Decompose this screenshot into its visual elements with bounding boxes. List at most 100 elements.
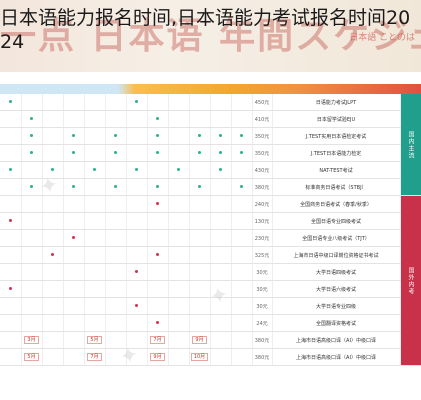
month-cell bbox=[231, 263, 253, 281]
month-cell bbox=[189, 280, 211, 298]
month-cell bbox=[0, 229, 22, 247]
schedule-grid: 450元 日语能力考试JLPT 国内主流 410元 日本留学试验EJU 350元 J.TES… bbox=[0, 84, 421, 400]
month-cell bbox=[63, 94, 85, 111]
month-cell bbox=[210, 314, 232, 332]
month-tag: 9月 bbox=[192, 336, 207, 344]
month-cell bbox=[147, 280, 169, 298]
month-cell bbox=[105, 280, 127, 298]
month-cell bbox=[231, 314, 253, 332]
month-cell bbox=[0, 331, 22, 349]
month-cell bbox=[126, 280, 148, 298]
month-cell bbox=[168, 94, 190, 111]
month-cell bbox=[21, 94, 43, 111]
exam-month-dot bbox=[240, 134, 243, 137]
exam-fee: 450元 bbox=[252, 94, 273, 111]
month-cell bbox=[231, 348, 253, 366]
month-cell bbox=[84, 110, 106, 128]
month-cell bbox=[84, 195, 106, 213]
month-cell bbox=[231, 127, 253, 145]
month-cell bbox=[231, 195, 253, 213]
month-cell bbox=[147, 110, 169, 128]
month-cell bbox=[63, 348, 85, 366]
month-cell bbox=[63, 195, 85, 213]
exam-month-dot bbox=[156, 117, 159, 120]
exam-name: NAT-TEST考试 bbox=[272, 161, 401, 179]
month-cell bbox=[147, 144, 169, 162]
month-cell bbox=[42, 178, 64, 196]
exam-group-label: 国内主流 bbox=[400, 94, 421, 196]
exam-month-dot bbox=[72, 236, 75, 239]
month-cell bbox=[21, 280, 43, 298]
month-cell bbox=[105, 127, 127, 145]
month-cell bbox=[105, 94, 127, 111]
month-cell bbox=[189, 161, 211, 179]
table-row: 240元 全国商务日语考试（春季/秋季） 国外内考 bbox=[0, 195, 421, 366]
exam-fee: 325元 bbox=[252, 246, 273, 264]
month-cell bbox=[189, 110, 211, 128]
month-cell bbox=[84, 161, 106, 179]
exam-fee: 24元 bbox=[252, 314, 273, 332]
month-cell bbox=[168, 246, 190, 264]
month-cell bbox=[0, 94, 22, 111]
month-cell bbox=[105, 246, 127, 264]
month-cell bbox=[168, 314, 190, 332]
month-cell bbox=[21, 212, 43, 230]
table-row: 230元 全国日语专业八级考试（TJT） bbox=[0, 229, 421, 247]
month-cell bbox=[147, 161, 169, 179]
month-cell bbox=[126, 297, 148, 315]
exam-month-dot bbox=[156, 202, 159, 205]
month-cell bbox=[210, 246, 232, 264]
month-cell bbox=[189, 246, 211, 264]
month-cell bbox=[210, 110, 232, 128]
exam-fee: 380元 bbox=[252, 331, 273, 349]
month-cell bbox=[42, 110, 64, 128]
exam-name: J.TEST实用日本语检定考试 bbox=[272, 127, 401, 145]
month-cell bbox=[105, 110, 127, 128]
month-cell bbox=[42, 297, 64, 315]
month-cell bbox=[63, 229, 85, 247]
month-cell bbox=[0, 314, 22, 332]
month-cell bbox=[147, 297, 169, 315]
month-cell bbox=[63, 178, 85, 196]
exam-name: 上海市日语高级口译（AI）中级口译 bbox=[272, 348, 401, 366]
month-cell bbox=[42, 127, 64, 145]
month-cell bbox=[105, 348, 127, 366]
month-cell bbox=[210, 348, 232, 366]
schedule-table: 450元 日语能力考试JLPT 国内主流 410元 日本留学试验EJU 350元 J.TES… bbox=[0, 94, 421, 366]
month-cell bbox=[0, 195, 22, 213]
month-cell bbox=[210, 144, 232, 162]
month-cell bbox=[189, 94, 211, 111]
month-cell bbox=[105, 297, 127, 315]
month-cell bbox=[84, 212, 106, 230]
month-cell bbox=[168, 331, 190, 349]
month-cell bbox=[105, 195, 127, 213]
month-cell bbox=[231, 212, 253, 230]
month-cell bbox=[126, 110, 148, 128]
exam-name: 全国翻译资格考试 bbox=[272, 314, 401, 332]
month-cell bbox=[84, 144, 106, 162]
month-cell bbox=[21, 314, 43, 332]
exam-name: 标准商务日语考试（STBJ） bbox=[272, 178, 401, 196]
month-cell bbox=[63, 331, 85, 349]
month-cell bbox=[42, 314, 64, 332]
month-cell bbox=[231, 161, 253, 179]
month-cell bbox=[126, 195, 148, 213]
exam-name: 上海市日语高级口译（AI）中级口译 bbox=[272, 331, 401, 349]
month-cell bbox=[63, 246, 85, 264]
exam-name: J.TEST日本语能力检定 bbox=[272, 144, 401, 162]
month-cell bbox=[210, 212, 232, 230]
month-cell bbox=[168, 195, 190, 213]
month-cell bbox=[21, 178, 43, 196]
table-row: 430元 NAT-TEST考试 bbox=[0, 161, 421, 179]
table-row: 5月 7月 9月 10月 380元 上海市日语高级口译（AI）中级口译 bbox=[0, 348, 421, 366]
month-cell bbox=[126, 348, 148, 366]
month-cell bbox=[168, 229, 190, 247]
exam-name: 全国商务日语考试（春季/秋季） bbox=[272, 195, 401, 213]
page-title: 日本语能力报名时间,日本语能力考试报名时间2024 bbox=[0, 7, 411, 53]
exam-month-dot bbox=[156, 185, 159, 188]
exam-name: 日语能力考试JLPT bbox=[272, 94, 401, 111]
month-cell bbox=[21, 144, 43, 162]
month-cell bbox=[189, 212, 211, 230]
month-cell bbox=[168, 263, 190, 281]
exam-fee: 230元 bbox=[252, 229, 273, 247]
